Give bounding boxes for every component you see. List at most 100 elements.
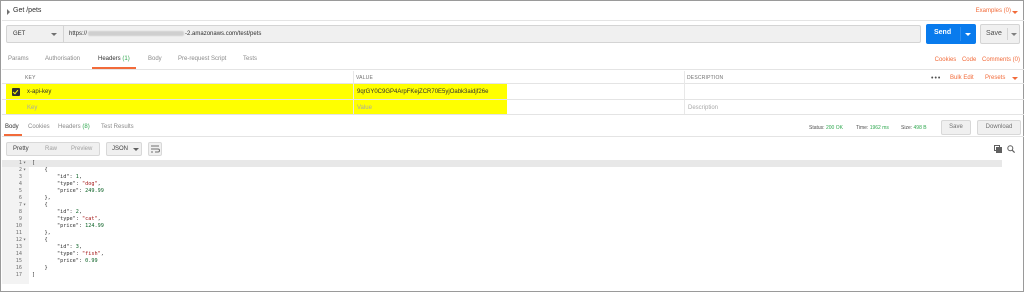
save-response-button[interactable]: Save bbox=[941, 120, 971, 135]
line-number: 5 bbox=[18, 188, 22, 194]
request-links: Cookies Code Comments (0) bbox=[931, 57, 1020, 63]
mode-raw[interactable]: Raw bbox=[45, 146, 57, 152]
code-text: ] bbox=[32, 272, 36, 278]
url-input[interactable]: https:// -2.amazonaws.com/test/pets bbox=[64, 25, 921, 43]
tab-body[interactable]: Body bbox=[148, 56, 162, 62]
header-key-cell[interactable]: x-api-key bbox=[27, 89, 51, 95]
examples-dropdown[interactable]: Examples (0) bbox=[976, 8, 1011, 14]
header-value-cell[interactable]: 9qrGY0C9GP4ArpFKejZCR70E5yjOabk3aidjf26e bbox=[357, 89, 488, 95]
download-button[interactable]: Download bbox=[977, 120, 1021, 135]
save-options-chevron-icon[interactable] bbox=[1011, 33, 1017, 36]
tab-headers[interactable]: Headers (1) bbox=[98, 56, 130, 62]
code-line: 12 ▾ { bbox=[2, 237, 1002, 244]
time-value: 1962 ms bbox=[869, 125, 889, 131]
column-key: KEY bbox=[25, 75, 36, 81]
tab-label: Tests bbox=[243, 56, 258, 62]
line-number: 8 bbox=[18, 209, 22, 215]
wrap-lines-button[interactable] bbox=[148, 142, 162, 156]
response-body-editor[interactable]: 1 ▾[2 ▾ {3 "id": 1, 4 "type": "dog", 5 "pric… bbox=[2, 160, 1024, 284]
size-readout: Size: 498 B bbox=[901, 125, 927, 131]
line-number: 4 bbox=[18, 181, 22, 187]
line-number: 1 bbox=[18, 160, 22, 166]
format-select[interactable]: JSON bbox=[106, 142, 142, 156]
tab-response-headers[interactable]: Headers (8) bbox=[58, 124, 90, 130]
method-select[interactable]: GET bbox=[6, 25, 64, 43]
mode-pretty[interactable]: Pretty bbox=[13, 146, 29, 152]
check-icon bbox=[12, 88, 19, 95]
code-line: 9 "type": "cat", bbox=[2, 216, 1002, 223]
view-mode-switch: Pretty Raw Preview bbox=[6, 142, 100, 156]
tab-label: Body bbox=[148, 56, 162, 62]
chevron-down-icon[interactable] bbox=[1012, 77, 1018, 80]
code-line: 1 ▾ [ bbox=[2, 160, 1002, 167]
tab-response-cookies[interactable]: Cookies bbox=[28, 124, 50, 130]
new-key-input[interactable]: Key bbox=[27, 105, 37, 111]
chevron-down-icon[interactable] bbox=[1012, 11, 1018, 14]
send-button[interactable]: Send bbox=[926, 24, 976, 44]
tab-pre-request-script[interactable]: Pre-request Script bbox=[178, 56, 226, 62]
code-text: "price": 0.99 bbox=[57, 258, 98, 264]
code-line: 11 }, bbox=[2, 230, 1002, 237]
mode-preview[interactable]: Preview bbox=[71, 146, 92, 152]
collapse-caret-icon[interactable] bbox=[7, 9, 10, 15]
code-text: { bbox=[32, 167, 48, 173]
line-number: 11 bbox=[15, 230, 22, 236]
tab-test-results[interactable]: Test Results bbox=[101, 124, 134, 130]
new-description-input[interactable]: Description bbox=[688, 105, 718, 111]
tab-params[interactable]: Params bbox=[8, 56, 29, 62]
status-label: Status: bbox=[809, 125, 825, 131]
code-line: 15 "price": 0.99 bbox=[2, 258, 1002, 265]
comments-link[interactable]: Comments (0) bbox=[982, 57, 1020, 63]
code-text: "type": "fish", bbox=[57, 251, 104, 257]
code-line: 5 "price": 249.99 bbox=[2, 188, 1002, 195]
code-link[interactable]: Code bbox=[962, 57, 976, 63]
tab-authorisation[interactable]: Authorisation bbox=[45, 56, 80, 62]
send-divider bbox=[960, 27, 961, 41]
line-number: 15 bbox=[15, 258, 22, 264]
method-label: GET bbox=[13, 31, 26, 37]
copy-icon[interactable] bbox=[994, 145, 1002, 153]
code-line: 13 "id": 3, bbox=[2, 244, 1002, 251]
cookies-link[interactable]: Cookies bbox=[935, 57, 957, 63]
new-value-input[interactable]: Value bbox=[357, 105, 372, 111]
tab-tests[interactable]: Tests bbox=[243, 56, 257, 62]
tab-response-body[interactable]: Body bbox=[5, 124, 19, 130]
fold-toggle-icon[interactable]: ▾ bbox=[23, 237, 26, 244]
presets-dropdown[interactable]: Presets bbox=[985, 75, 1005, 81]
request-tabs: Params Authorisation Headers (1) Body Pr… bbox=[2, 51, 1024, 70]
line-number: 6 bbox=[18, 195, 22, 201]
size-value: 498 B bbox=[913, 125, 927, 131]
code-text: }, bbox=[32, 230, 51, 236]
time-readout: Time: 1962 ms bbox=[856, 125, 889, 131]
code-text: "id": 3, bbox=[57, 244, 82, 250]
headers-table: KEY VALUE DESCRIPTION ••• Bulk Edit Pres… bbox=[2, 71, 1024, 115]
line-number: 10 bbox=[15, 223, 22, 229]
search-icon[interactable] bbox=[1007, 145, 1015, 153]
more-options-icon[interactable]: ••• bbox=[931, 75, 941, 82]
tab-label: Params bbox=[8, 56, 29, 62]
column-value: VALUE bbox=[356, 75, 374, 81]
request-title[interactable]: Get /pets bbox=[13, 7, 41, 14]
code-text: { bbox=[32, 202, 48, 208]
fold-toggle-icon[interactable]: ▾ bbox=[23, 167, 26, 174]
save-divider bbox=[1007, 28, 1008, 40]
tab-label: Headers bbox=[98, 56, 121, 62]
url-redacted bbox=[88, 31, 185, 36]
send-options-chevron-icon[interactable] bbox=[965, 33, 971, 36]
code-line: 3 "id": 1, bbox=[2, 174, 1002, 181]
code-line: 4 "type": "dog", bbox=[2, 181, 1002, 188]
code-text: } bbox=[32, 265, 48, 271]
line-number: 9 bbox=[18, 216, 22, 222]
table-row-new: Key Value Description bbox=[2, 101, 1024, 115]
line-number: 12 bbox=[15, 237, 22, 243]
code-line: 17] bbox=[2, 272, 1002, 279]
fold-toggle-icon[interactable]: ▾ bbox=[23, 202, 26, 209]
code-line: 16 } bbox=[2, 265, 1002, 272]
status-value: 200 OK bbox=[825, 125, 843, 131]
tab-label: Test Results bbox=[101, 124, 134, 130]
fold-toggle-icon[interactable]: ▾ bbox=[23, 160, 26, 167]
time-label: Time: bbox=[856, 125, 869, 131]
save-button[interactable]: Save bbox=[980, 24, 1020, 44]
bulk-edit-link[interactable]: Bulk Edit bbox=[950, 75, 974, 81]
header-enabled-checkbox[interactable] bbox=[12, 88, 20, 96]
